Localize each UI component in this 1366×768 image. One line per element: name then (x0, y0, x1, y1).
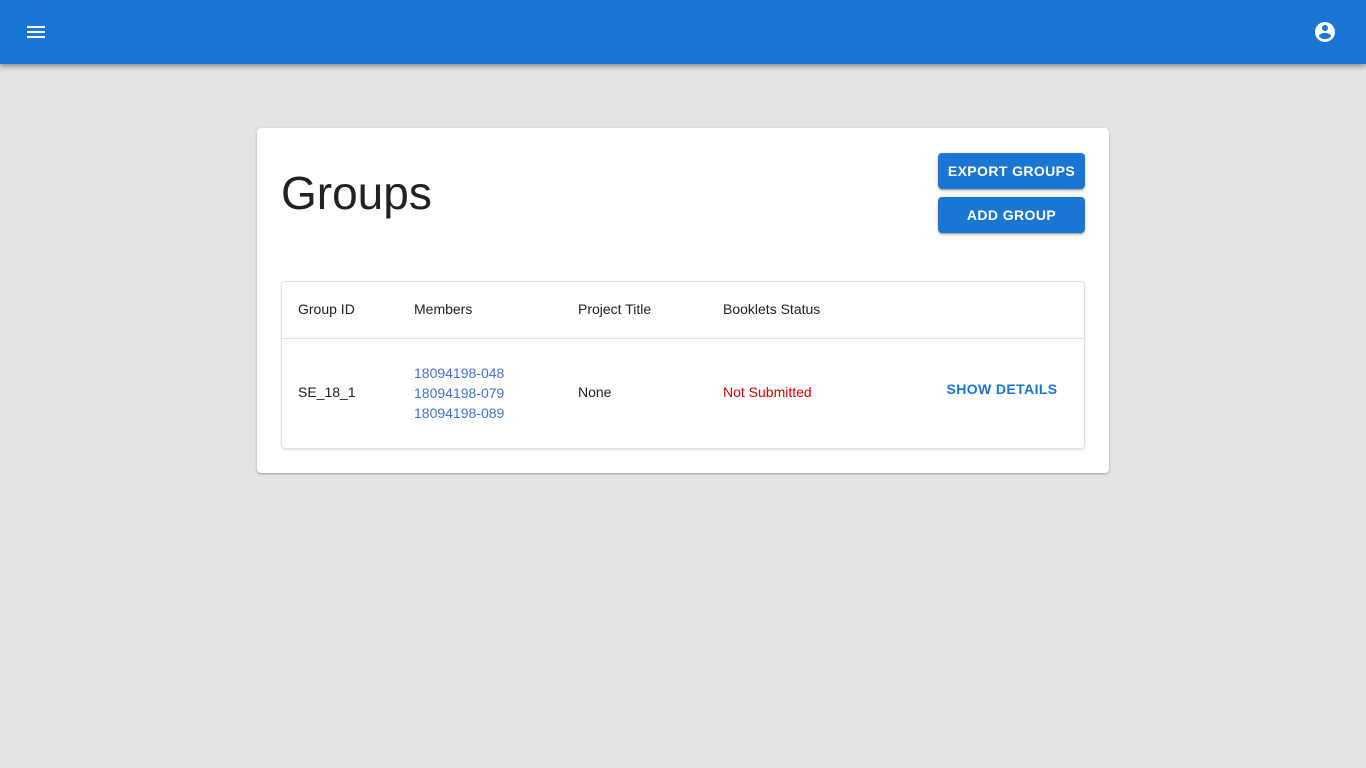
groups-card: Groups Export Groups Add Group Group ID … (257, 128, 1109, 473)
menu-icon (27, 26, 45, 38)
header-booklets-status: Booklets Status (723, 301, 821, 317)
account-button[interactable] (1303, 10, 1347, 54)
menu-button[interactable] (14, 10, 58, 54)
add-group-button[interactable]: Add Group (938, 197, 1085, 233)
header-project-title: Project Title (578, 301, 652, 317)
table-row: SE_18_1 18094198-048 18094198-079 180941… (282, 339, 1084, 448)
cell-members: 18094198-048 18094198-079 18094198-089 (414, 363, 504, 423)
page-title: Groups (281, 167, 432, 219)
show-details-button[interactable]: Show Details (943, 371, 1061, 407)
header-group-id: Group ID (298, 301, 355, 317)
app-bar (0, 0, 1366, 64)
export-groups-button[interactable]: Export Groups (938, 153, 1085, 189)
member-link[interactable]: 18094198-079 (414, 383, 504, 403)
cell-project-title: None (578, 384, 612, 400)
member-link[interactable]: 18094198-048 (414, 363, 504, 383)
table-header: Group ID Members Project Title Booklets … (282, 282, 1084, 339)
status-badge: Not Submitted (723, 384, 812, 400)
cell-group-id: SE_18_1 (298, 384, 356, 400)
groups-table: Group ID Members Project Title Booklets … (281, 281, 1085, 449)
member-link[interactable]: 18094198-089 (414, 403, 504, 423)
header-members: Members (414, 301, 473, 317)
account-circle-icon (1315, 22, 1335, 42)
